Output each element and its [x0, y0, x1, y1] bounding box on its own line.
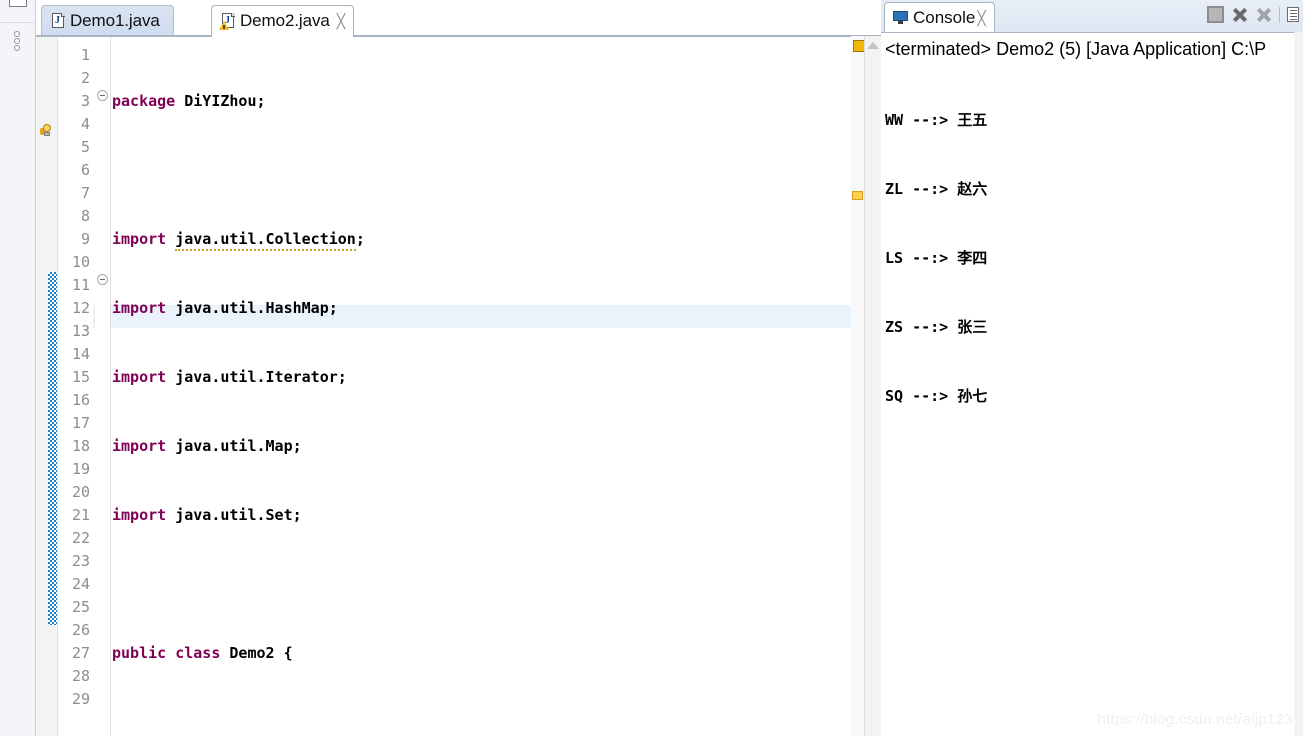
console-output-line: WW --:> 王五 [885, 111, 988, 129]
code-line-9: public class Demo2 { [112, 644, 293, 662]
code-folding-column[interactable] [95, 37, 111, 736]
java-file-warning-icon: J [219, 13, 236, 30]
remove-all-terminated-icon[interactable] [1255, 6, 1272, 23]
java-file-icon: J [51, 13, 66, 29]
change-indicator-bar [48, 272, 57, 625]
console-output-line: LS --:> 李四 [885, 249, 988, 267]
editor-tab-demo2[interactable]: J Demo2.java ╳ [211, 5, 355, 37]
editor-annotation-gutter[interactable] [36, 37, 58, 736]
line-number-ruler: 1 2 3 4 5 6 7 8 9 10 11 12 13 14 15 16 1… [58, 37, 93, 736]
editor-vertical-scrollbar[interactable] [864, 36, 881, 736]
terminate-icon[interactable] [1207, 6, 1224, 23]
minimized-view-bar [0, 0, 36, 736]
console-launch-header: <terminated> Demo2 (5) [Java Application… [885, 39, 1267, 59]
restore-view-icon[interactable] [9, 0, 27, 7]
scroll-up-icon[interactable] [867, 42, 879, 49]
view-dots-icon[interactable] [14, 30, 22, 52]
console-vertical-scrollbar[interactable] [1294, 32, 1303, 736]
code-line-3: import java.util.Collection; [112, 228, 881, 251]
code-text[interactable]: package DiYIZhou; import java.util.Colle… [112, 37, 881, 736]
toolbar-divider [1279, 6, 1280, 23]
code-line-7: import java.util.Set; [112, 506, 302, 524]
display-console-icon[interactable] [1287, 7, 1299, 22]
editor-area: J Demo1.java J Demo2.java ╳ 1 2 3 4 5 6 … [36, 0, 881, 736]
code-line-5: import java.util.Iterator; [112, 368, 347, 386]
console-toolbar [1207, 6, 1299, 23]
tab-console[interactable]: Console ╳ [884, 2, 995, 32]
editor-tab-label: Demo2.java [240, 11, 330, 30]
editor-tab-strip: J Demo1.java J Demo2.java ╳ [36, 0, 881, 37]
editor-tab-demo1[interactable]: J Demo1.java [41, 5, 174, 36]
warning-quickfix-icon[interactable] [40, 123, 54, 137]
console-tab-strip: Console ╳ [881, 0, 1303, 32]
code-editor[interactable]: 1 2 3 4 5 6 7 8 9 10 11 12 13 14 15 16 1… [36, 36, 881, 736]
warning-ruler-mark[interactable] [852, 191, 863, 200]
tab-strip-underline [36, 35, 881, 36]
code-line-1: package DiYIZhou; [112, 92, 266, 110]
console-output-line: ZS --:> 张三 [885, 318, 988, 336]
code-line-4: import java.util.HashMap; [112, 299, 338, 317]
close-icon[interactable]: ╳ [337, 14, 345, 28]
close-icon[interactable]: ╳ [977, 11, 985, 25]
watermark: https://blog.csdn.net/aljp123 [1097, 711, 1293, 728]
code-line-6: import java.util.Map; [112, 437, 302, 455]
console-output-area[interactable]: <terminated> Demo2 (5) [Java Application… [881, 32, 1303, 736]
fold-marker-line-11[interactable] [97, 274, 108, 285]
remove-launch-icon[interactable] [1231, 6, 1248, 23]
console-output-line: ZL --:> 赵六 [885, 180, 988, 198]
console-tab-label: Console [913, 7, 976, 27]
console-output-text: WW --:> 王五 ZL --:> 赵六 LS --:> 李四 ZS --:>… [885, 63, 1303, 454]
divider [0, 22, 36, 23]
editor-tab-label: Demo1.java [70, 11, 160, 30]
overview-ruler[interactable] [851, 36, 865, 736]
fold-marker-line-3[interactable] [97, 90, 108, 101]
console-output-line: SQ --:> 孙七 [885, 387, 988, 405]
console-view: Console ╳ <terminated> Demo2 (5) [Java A… [881, 0, 1303, 736]
console-icon [893, 11, 908, 24]
